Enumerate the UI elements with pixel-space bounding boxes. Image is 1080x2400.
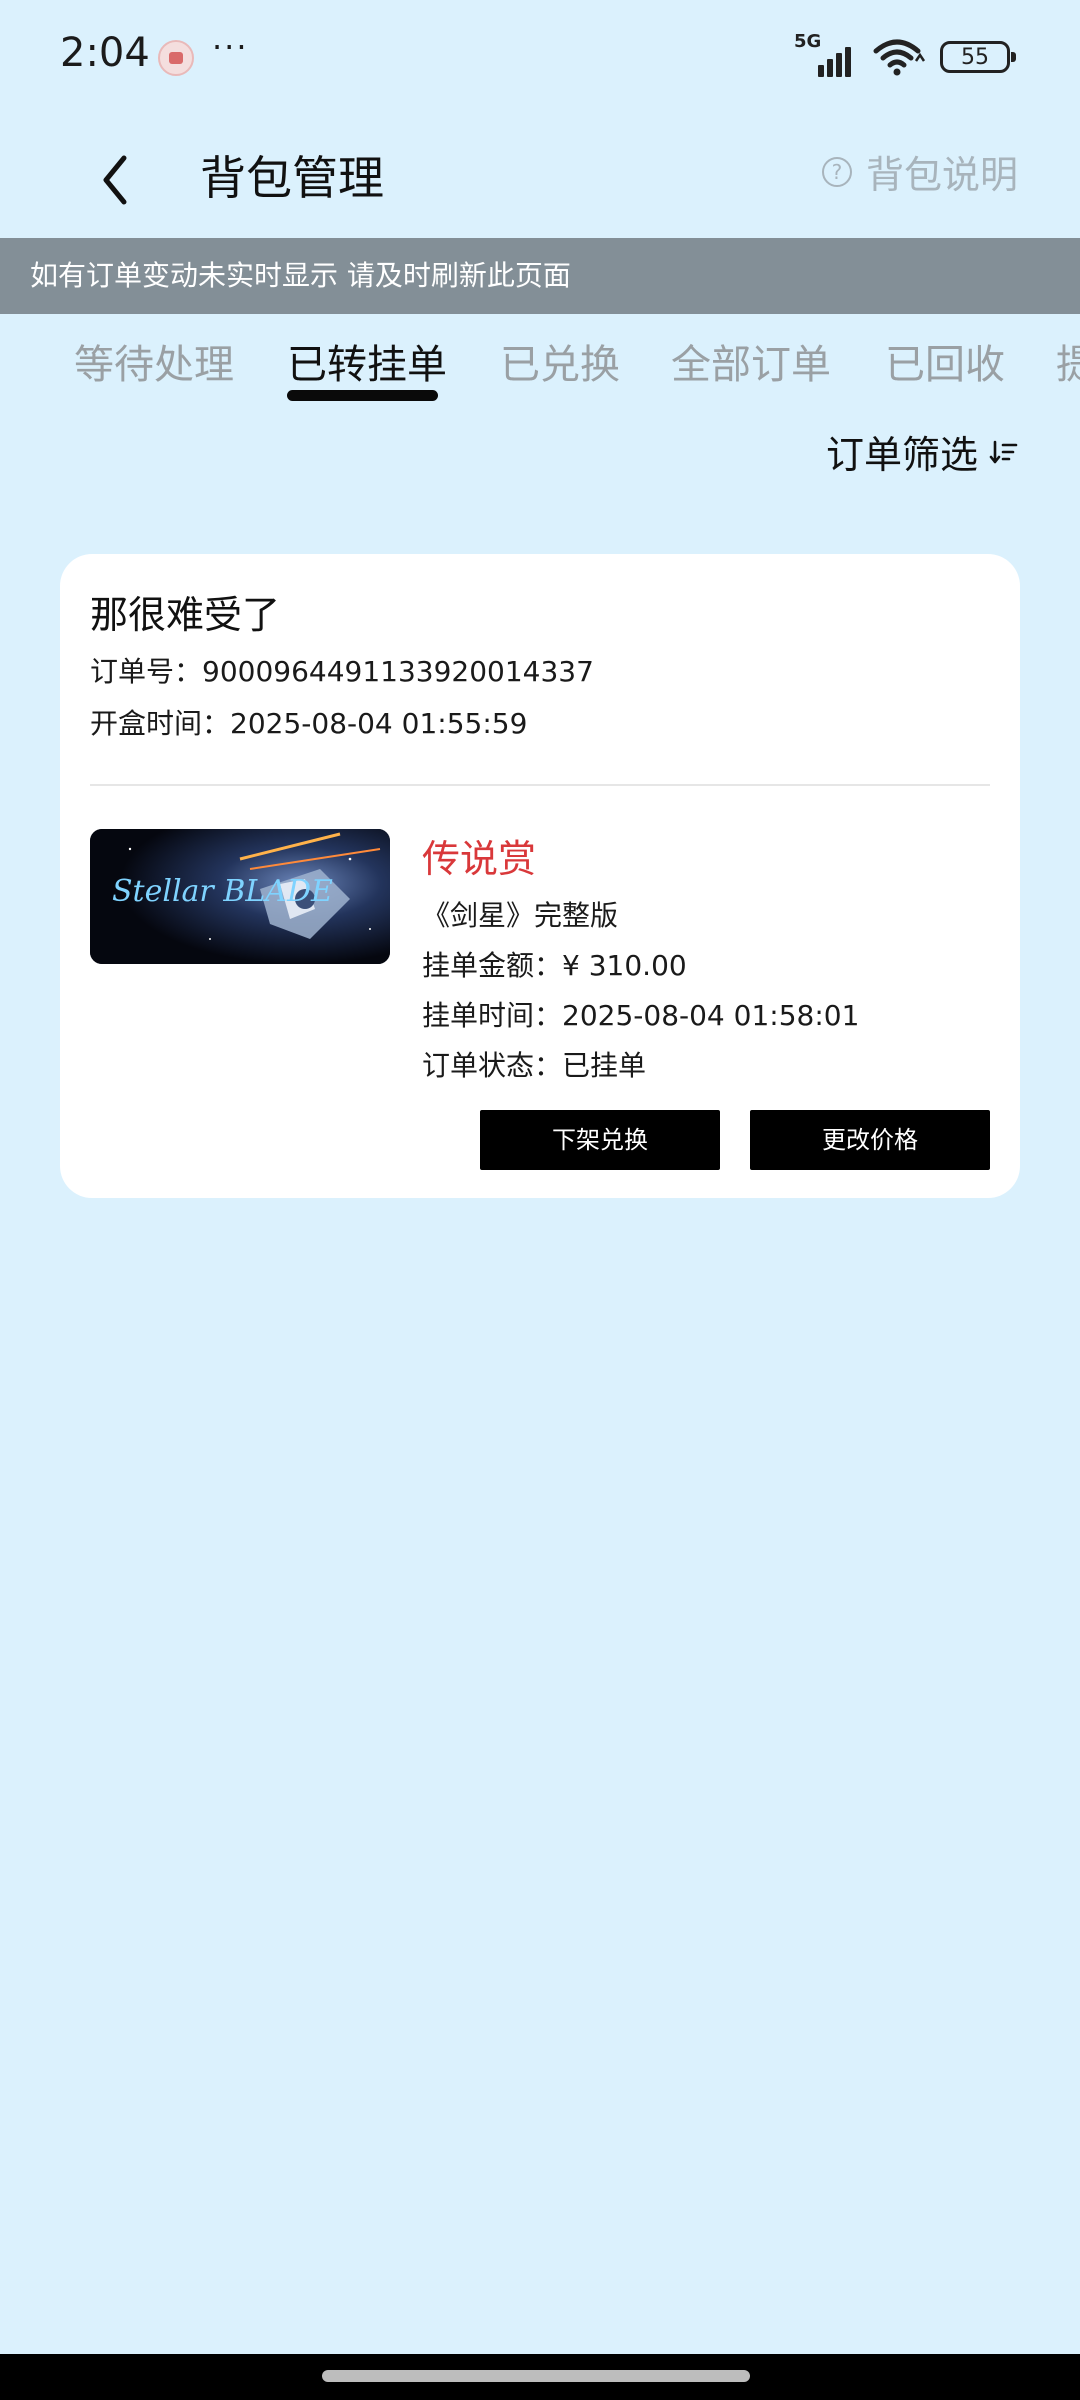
listing-time-row: 挂单时间：2025-08-04 01:58:01 <box>422 994 859 1034</box>
chevron-left-icon <box>103 155 127 205</box>
listing-price-row: 挂单金额：¥ 310.00 <box>422 944 687 984</box>
listing-time-label: 挂单时间： <box>422 999 563 1032</box>
order-tabs: 等待处理 已转挂单 已兑换 全部订单 已回收 提 <box>0 314 1080 414</box>
home-indicator[interactable] <box>322 2370 750 2382</box>
open-time-label: 开盒时间： <box>90 707 231 740</box>
prize-tier: 传说赏 <box>422 837 537 881</box>
system-nav-bar <box>0 2354 1080 2400</box>
help-link[interactable]: ? 背包说明 <box>821 144 1018 199</box>
wifi-icon <box>872 37 926 77</box>
app-notification-icon <box>158 40 194 76</box>
product-name: 《剑星》完整版 <box>422 899 619 932</box>
order-status: 已挂单 <box>562 1049 647 1082</box>
product-image: Stellar BLADE <box>90 829 390 964</box>
open-time: 2025-08-04 01:55:59 <box>230 707 528 740</box>
back-button[interactable] <box>84 136 144 216</box>
order-filter-button[interactable]: 订单筛选 <box>826 424 1018 479</box>
listing-price: ¥ 310.00 <box>562 949 687 982</box>
tab-withdraw[interactable]: 提 <box>1056 332 1080 390</box>
question-circle-icon: ? <box>821 156 852 187</box>
order-number: 9000964491133920014337 <box>202 655 594 688</box>
order-title: 那很难受了 <box>90 593 281 637</box>
network-type-label: 5G <box>794 31 822 52</box>
filter-label: 订单筛选 <box>825 433 978 477</box>
open-time-row: 开盒时间：2025-08-04 01:55:59 <box>90 702 527 742</box>
page-title: 背包管理 <box>200 151 384 205</box>
product-image-logo: Stellar BLADE <box>112 874 333 909</box>
tab-listed[interactable]: 已转挂单 <box>287 332 447 390</box>
refresh-notice: 如有订单变动未实时显示 请及时刷新此页面 <box>0 238 1080 314</box>
cellular-signal-icon: 5G <box>794 31 858 77</box>
order-status-label: 订单状态： <box>422 1049 563 1082</box>
status-bar: 2:04 ··· 5G 55 <box>0 0 1080 118</box>
battery-level: 55 <box>961 44 989 70</box>
listing-price-label: 挂单金额： <box>422 949 563 982</box>
tab-recycled[interactable]: 已回收 <box>885 332 1005 390</box>
battery-icon: 55 <box>940 41 1016 73</box>
tab-redeemed[interactable]: 已兑换 <box>500 332 620 390</box>
more-notifications-icon: ··· <box>212 28 249 66</box>
status-indicators: 5G 55 <box>794 31 1016 80</box>
change-price-button[interactable]: 更改价格 <box>750 1110 990 1170</box>
card-divider <box>90 784 990 786</box>
active-tab-indicator <box>287 390 438 401</box>
tab-all-orders[interactable]: 全部订单 <box>671 332 831 390</box>
order-status-row: 订单状态：已挂单 <box>422 1044 646 1084</box>
status-time: 2:04 <box>60 30 150 76</box>
delist-redeem-button[interactable]: 下架兑换 <box>480 1110 720 1170</box>
order-number-row: 订单号：9000964491133920014337 <box>90 650 594 690</box>
help-label: 背包说明 <box>865 153 1018 197</box>
listing-time: 2025-08-04 01:58:01 <box>562 999 860 1032</box>
app-header: 背包管理 ? 背包说明 <box>0 118 1080 238</box>
order-card: 那很难受了 订单号：9000964491133920014337 开盒时间：20… <box>60 554 1020 1198</box>
sort-icon <box>989 440 1018 463</box>
tab-pending[interactable]: 等待处理 <box>74 332 234 390</box>
order-number-label: 订单号： <box>90 655 203 688</box>
